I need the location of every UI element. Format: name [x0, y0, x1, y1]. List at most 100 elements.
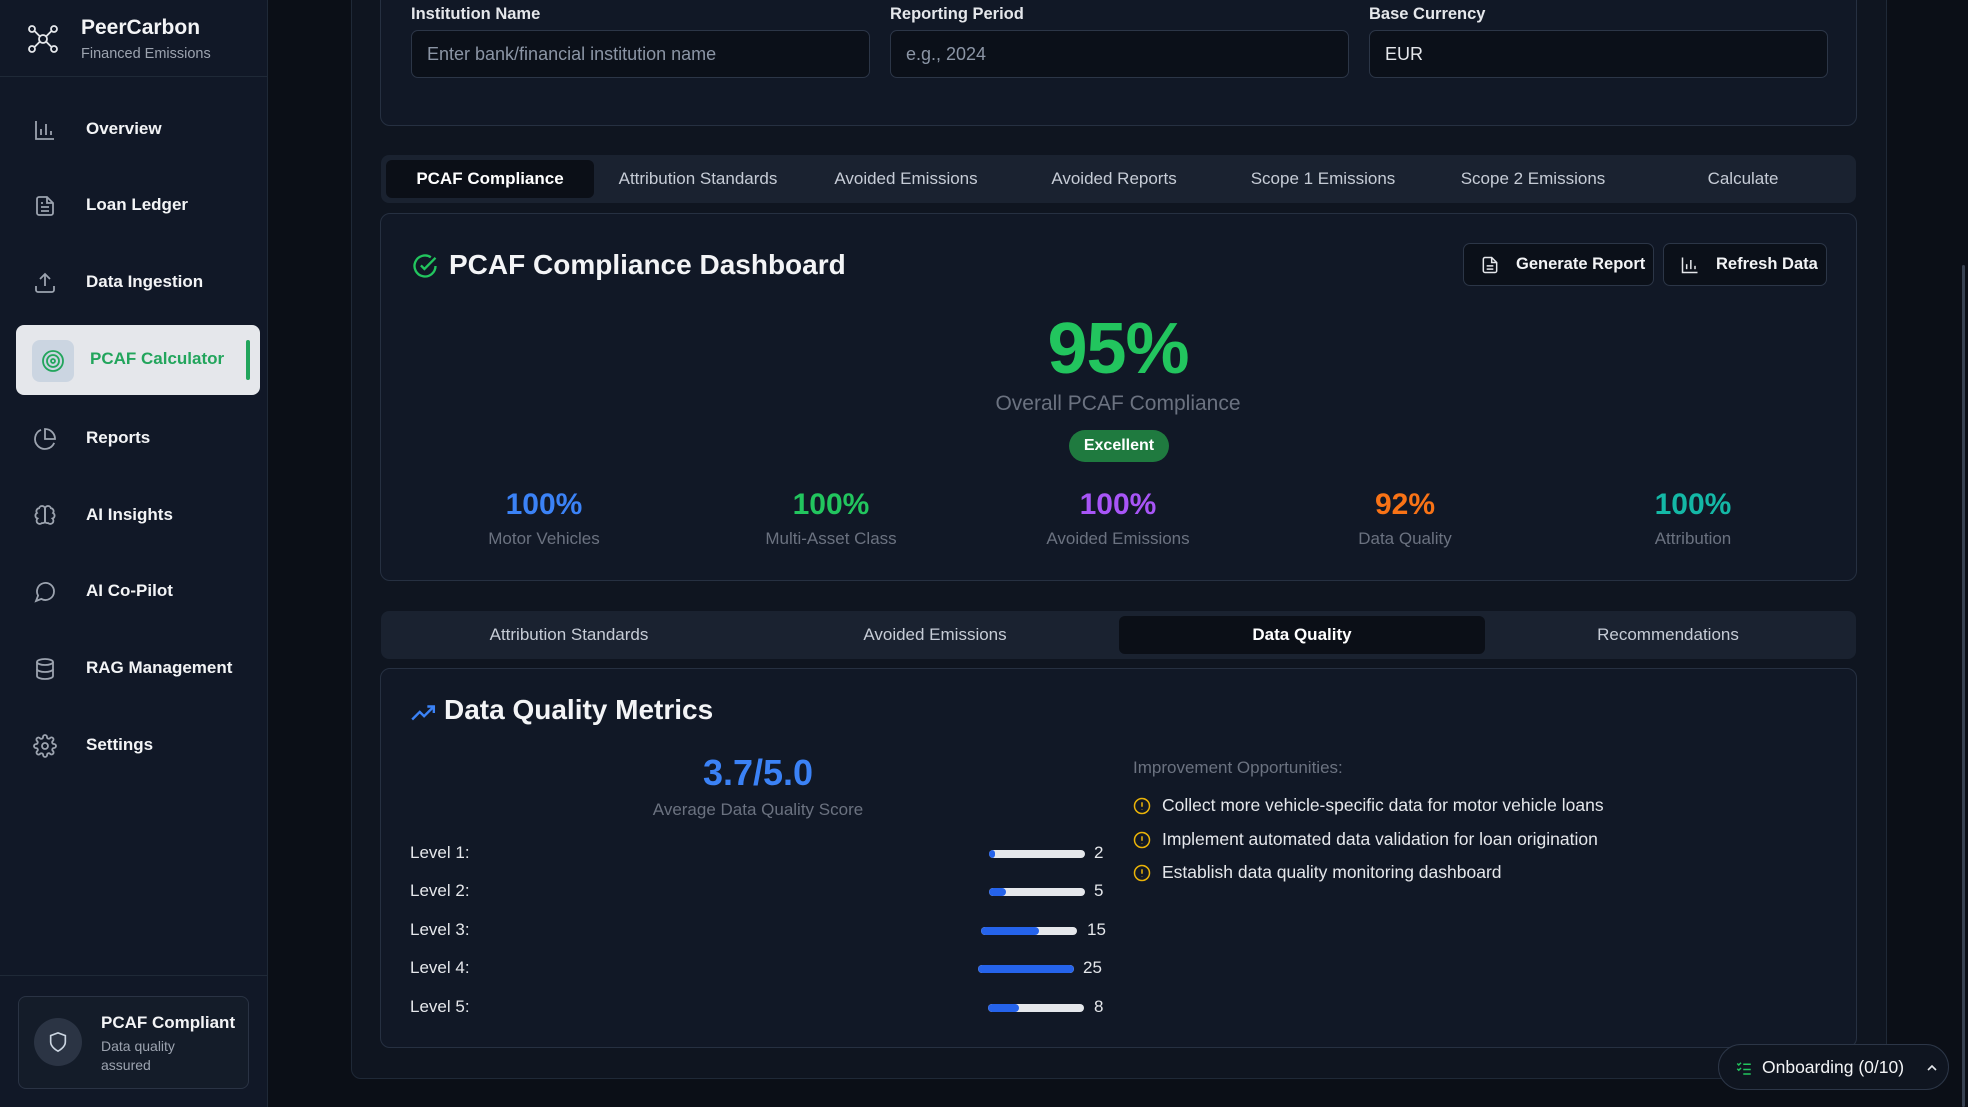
onboarding-label: Onboarding (0/10): [1762, 1057, 1905, 1077]
metric-avoided-emissions-value: 100%: [1079, 488, 1157, 521]
sidebar-item-label: RAG Management: [86, 658, 233, 677]
average-score-value: 3.7/5.0: [702, 752, 814, 793]
opportunity-text: Establish data quality monitoring dashbo…: [1162, 862, 1502, 882]
level-2-bar: [989, 888, 1085, 896]
level-1-label: Level 1:: [410, 843, 470, 862]
sidebar-item-loan-ledger[interactable]: Loan Ledger: [16, 171, 260, 241]
onboarding-button[interactable]: Onboarding (0/10): [1718, 1044, 1949, 1090]
sidebar-item-pcaf-calculator[interactable]: PCAF Calculator: [16, 325, 260, 395]
detail-tabs: Attribution Standards Avoided Emissions …: [381, 611, 1856, 659]
metric-avoided-emissions-label: Avoided Emissions: [1046, 529, 1190, 548]
tab-attribution-standards[interactable]: Attribution Standards: [594, 160, 802, 198]
sidebar-item-label: Settings: [86, 735, 154, 754]
pie-chart-icon: [34, 428, 56, 450]
level-3-bar: [981, 927, 1077, 935]
sidebar-item-label: Reports: [86, 428, 151, 447]
sidebar-item-rag-management[interactable]: RAG Management: [16, 634, 260, 704]
improvement-opportunities-title: Improvement Opportunities:: [1133, 758, 1343, 777]
document-icon: [1482, 256, 1498, 274]
level-3-fill: [981, 927, 1039, 935]
base-currency-label: Base Currency: [1369, 5, 1486, 23]
metric-attribution-value: 100%: [1654, 488, 1732, 521]
level-2-fill: [989, 888, 1007, 896]
sidebar-item-label: Data Ingestion: [86, 272, 204, 291]
sidebar-item-overview[interactable]: Overview: [16, 95, 260, 165]
metric-data-quality-value: 92%: [1374, 488, 1436, 521]
level-5-fill: [988, 1004, 1019, 1012]
checklist-icon: [1736, 1062, 1751, 1075]
tab-avoided-reports[interactable]: Avoided Reports: [1010, 160, 1218, 198]
tab-pcaf-compliance[interactable]: PCAF Compliance: [386, 160, 594, 198]
trending-up-icon: [411, 705, 436, 721]
opportunity-text: Implement automated data validation for …: [1162, 829, 1598, 849]
metric-data-quality-label: Data Quality: [1358, 529, 1452, 548]
check-circle-icon: [413, 254, 437, 278]
sidebar-item-reports[interactable]: Reports: [16, 404, 260, 474]
reporting-period-input[interactable]: [890, 30, 1349, 78]
overall-compliance-label: Overall PCAF Compliance: [995, 392, 1241, 415]
level-5-label: Level 5:: [410, 997, 470, 1016]
level-1-bar: [989, 850, 1085, 858]
level-4-count: 25: [1083, 958, 1102, 977]
sidebar-item-label: Overview: [86, 119, 162, 138]
tab-scope-1-emissions[interactable]: Scope 1 Emissions: [1218, 160, 1428, 198]
brand-title: PeerCarbon: [81, 16, 201, 39]
alert-circle-icon: [1133, 864, 1151, 882]
gear-icon: [33, 734, 57, 758]
level-4-label: Level 4:: [410, 958, 470, 977]
metric-motor-vehicles-label: Motor Vehicles: [488, 529, 600, 548]
pcaf-compliant-card: PCAF Compliant Data quality assured: [18, 996, 249, 1089]
shield-icon-wrapper: [34, 1018, 82, 1066]
main-tabs: PCAF Compliance Attribution Standards Av…: [381, 155, 1856, 203]
tab-scope-2-emissions[interactable]: Scope 2 Emissions: [1428, 160, 1638, 198]
metric-motor-vehicles-value: 100%: [505, 488, 583, 521]
upload-icon: [35, 272, 55, 293]
sidebar-item-ai-co-pilot[interactable]: AI Co-Pilot: [16, 557, 260, 627]
status-badge: Excellent: [1069, 430, 1169, 462]
institution-name-input[interactable]: [411, 30, 870, 78]
level-1-fill: [989, 850, 995, 858]
sidebar-item-label: PCAF Calculator: [90, 349, 225, 368]
refresh-data-label: Refresh Data: [1716, 255, 1818, 273]
sidebar-item-label: AI Insights: [86, 505, 173, 524]
metric-multi-asset-label: Multi-Asset Class: [765, 529, 897, 548]
institution-name-label: Institution Name: [411, 5, 541, 23]
level-2-label: Level 2:: [410, 881, 470, 900]
level-5-bar: [988, 1004, 1084, 1012]
metric-attribution-label: Attribution: [1654, 529, 1732, 548]
tab-attribution-standards-detail[interactable]: Attribution Standards: [386, 616, 752, 654]
level-1-count: 2: [1094, 843, 1104, 862]
refresh-data-button[interactable]: Refresh Data: [1663, 243, 1827, 286]
level-3-label: Level 3:: [410, 920, 470, 939]
tab-data-quality[interactable]: Data Quality: [1119, 616, 1485, 654]
tab-avoided-emissions[interactable]: Avoided Emissions: [802, 160, 1010, 198]
reporting-period-label: Reporting Period: [890, 5, 1024, 23]
tab-avoided-emissions-detail[interactable]: Avoided Emissions: [752, 616, 1118, 654]
level-3-count: 15: [1087, 920, 1106, 939]
sidebar-divider: [0, 975, 268, 976]
document-icon: [36, 196, 54, 216]
sidebar-item-ai-insights[interactable]: AI Insights: [16, 481, 260, 551]
alert-circle-icon: [1133, 797, 1151, 815]
chat-bubble-icon: [34, 582, 55, 603]
sidebar-item-label: Loan Ledger: [86, 195, 189, 214]
network-logo-icon: [28, 25, 58, 53]
compliant-subtitle: Data quality assured: [101, 1038, 175, 1073]
brain-icon: [34, 505, 56, 525]
database-icon: [36, 658, 54, 680]
page-scrollbar[interactable]: [1962, 265, 1965, 1107]
sidebar-item-settings[interactable]: Settings: [16, 711, 260, 781]
tab-calculate[interactable]: Calculate: [1638, 160, 1848, 198]
shield-icon: [49, 1031, 67, 1053]
level-5-count: 8: [1094, 997, 1104, 1016]
base-currency-input[interactable]: [1369, 30, 1828, 78]
generate-report-button[interactable]: Generate Report: [1463, 243, 1654, 286]
sidebar-item-label: AI Co-Pilot: [86, 581, 173, 600]
sidebar-item-data-ingestion[interactable]: Data Ingestion: [16, 248, 260, 318]
generate-report-label: Generate Report: [1516, 255, 1646, 273]
brand-header: PeerCarbon Financed Emissions: [0, 0, 268, 77]
tab-recommendations[interactable]: Recommendations: [1485, 616, 1851, 654]
opportunity-text: Collect more vehicle-specific data for m…: [1162, 795, 1604, 815]
bar-chart-icon: [35, 121, 54, 140]
bar-chart-icon: [1681, 257, 1698, 274]
